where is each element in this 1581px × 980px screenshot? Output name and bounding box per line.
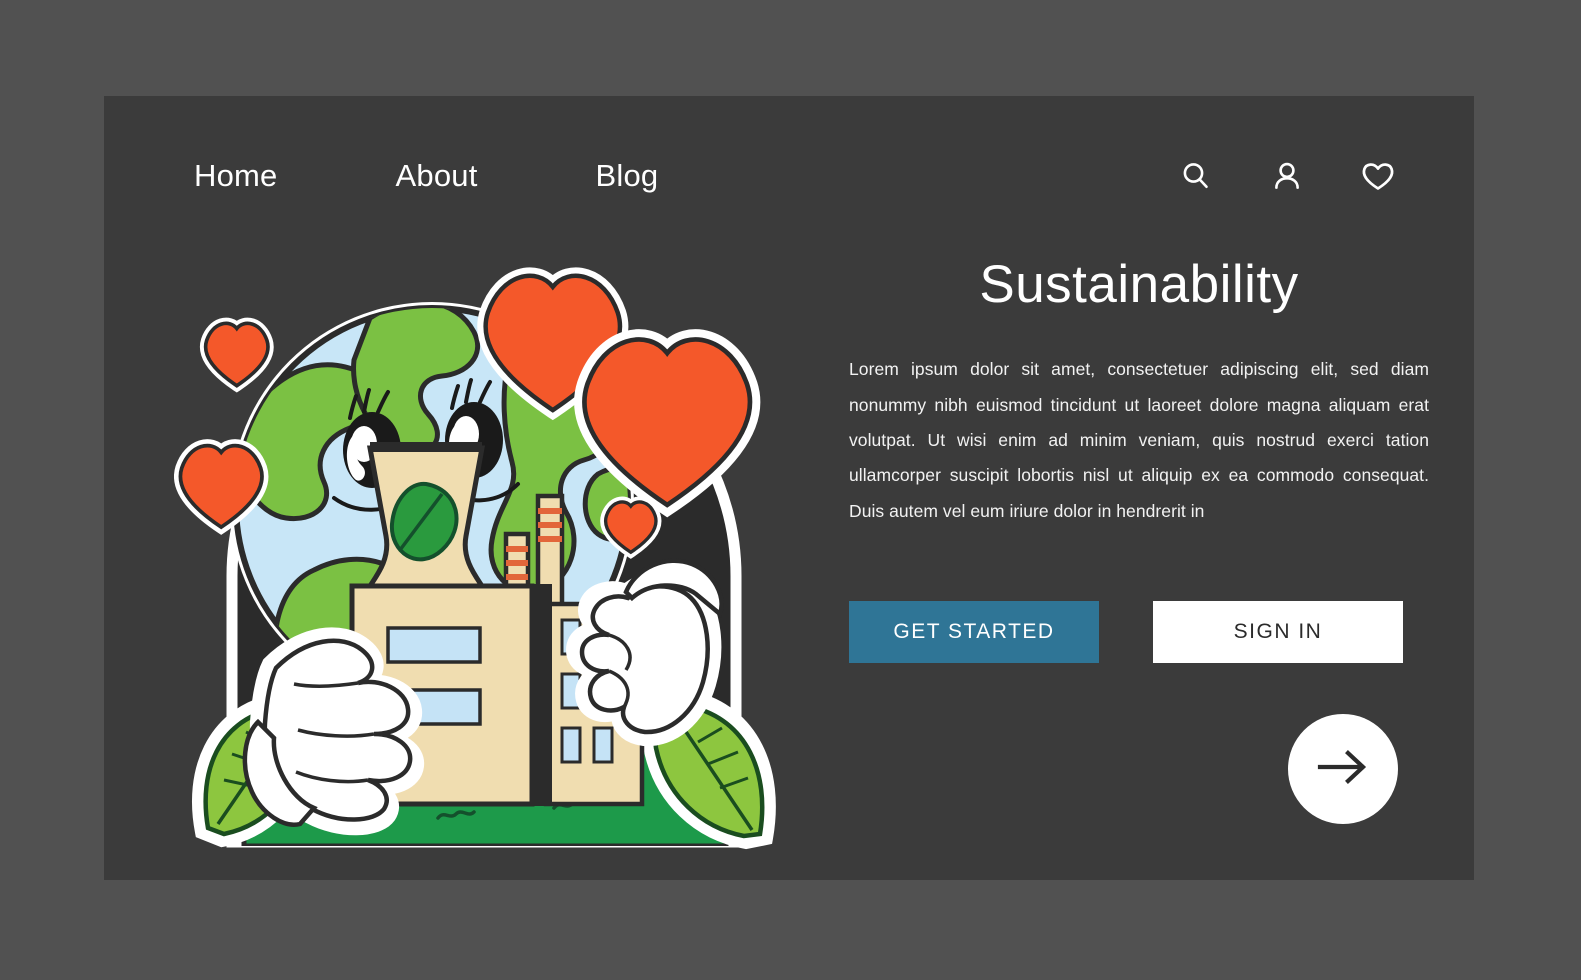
gloved-hand-right <box>565 558 724 747</box>
sign-in-button[interactable]: SIGN IN <box>1153 601 1403 664</box>
page-root: Home About Blog Sustainability Lorem ips… <box>0 0 1581 980</box>
nav-link-home[interactable]: Home <box>194 158 278 194</box>
navbar: Home About Blog <box>104 96 1474 256</box>
user-icon[interactable] <box>1267 156 1307 196</box>
next-arrow-button[interactable] <box>1288 714 1398 824</box>
page-title: Sustainability <box>979 255 1299 314</box>
hero-card: Home About Blog Sustainability Lorem ips… <box>104 96 1474 880</box>
hero-content: Sustainability Lorem ipsum dolor sit ame… <box>849 255 1429 664</box>
heart-decoration-hand <box>600 496 662 559</box>
arrow-right-icon <box>1312 747 1374 792</box>
heart-decoration-left-small <box>199 317 274 393</box>
get-started-button[interactable]: GET STARTED <box>849 601 1099 664</box>
nav-links: Home About Blog <box>194 158 658 194</box>
heart-icon[interactable] <box>1358 156 1398 196</box>
cta-row: GET STARTED SIGN IN <box>849 601 1429 664</box>
nav-link-blog[interactable]: Blog <box>596 158 659 194</box>
search-icon[interactable] <box>1176 156 1216 196</box>
nav-icons <box>1176 156 1398 196</box>
illustration-earth-character <box>174 246 794 866</box>
hero-paragraph: Lorem ipsum dolor sit amet, consectetuer… <box>849 359 1429 521</box>
nav-link-about[interactable]: About <box>396 158 478 194</box>
